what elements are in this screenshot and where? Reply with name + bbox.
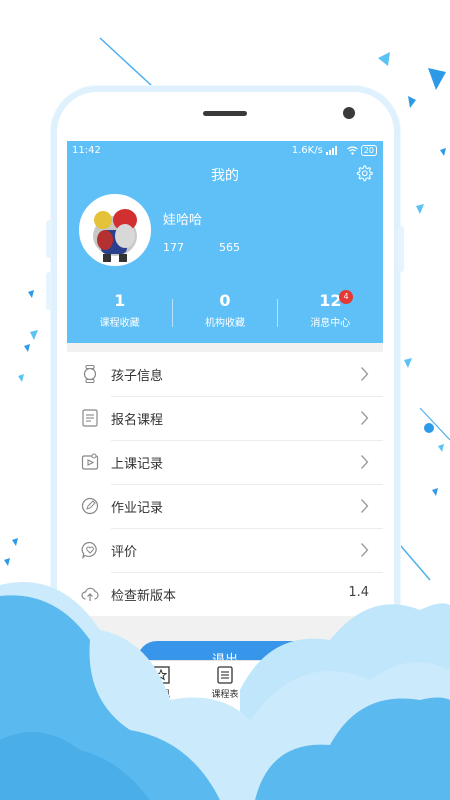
cloud-decoration (0, 582, 450, 800)
